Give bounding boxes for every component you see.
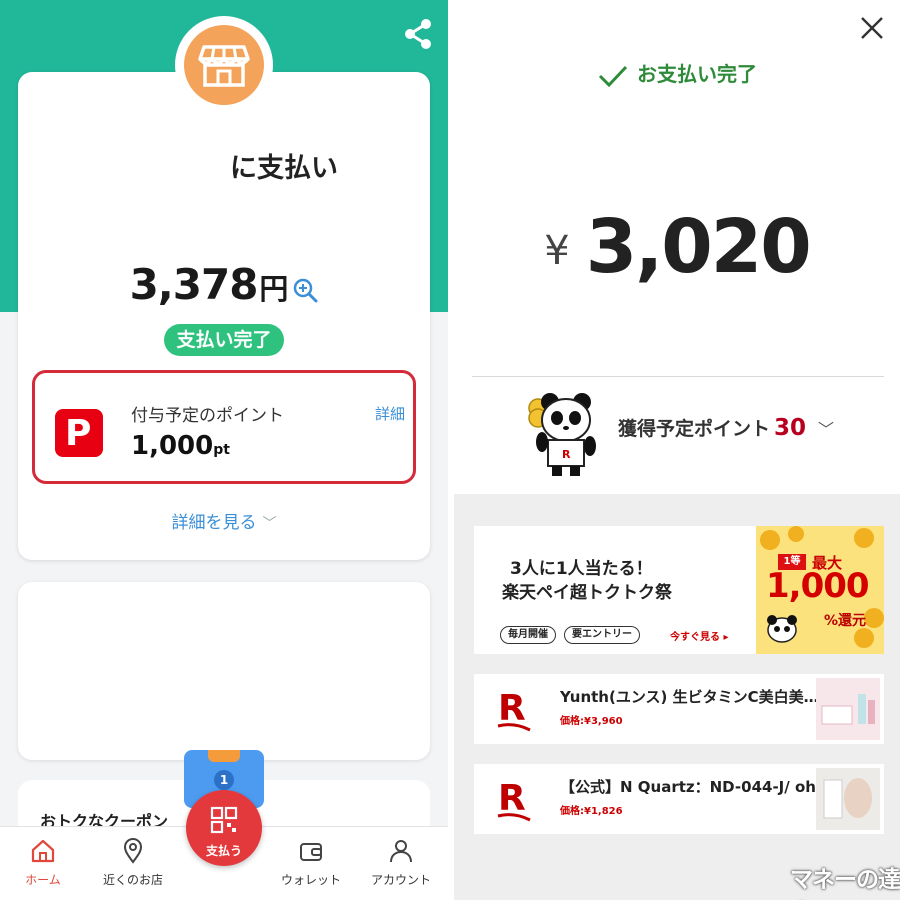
payment-complete-text: お支払い完了	[637, 62, 757, 86]
payment-complete-heading: お支払い完了	[454, 58, 900, 89]
ticket-count: 1	[214, 770, 234, 790]
product-title: Yunth(ユンス) 生ビタミンC美白美…	[560, 688, 819, 706]
view-details-label: 詳細を見る	[171, 513, 257, 533]
zoom-in-icon[interactable]	[292, 277, 318, 303]
pay-button[interactable]: 支払う	[186, 790, 262, 866]
map-pin-icon	[123, 838, 143, 864]
amount-value: 3,378	[129, 260, 259, 309]
earned-points-label: 獲得予定ポイント	[618, 418, 771, 440]
tab-home[interactable]: ホーム	[0, 837, 86, 888]
amount-value: 3,020	[585, 204, 812, 290]
points-value: 1,000pt	[131, 431, 230, 461]
tab-account[interactable]: アカウント	[358, 837, 444, 888]
earned-points-row[interactable]: 獲得予定ポイント 30 ﹀	[618, 414, 834, 441]
paypay-payment-screen: に支払い 3,378 円 支払い完了 P 付与予定のポイント 1,000pt 詳…	[0, 0, 448, 900]
ticket-accent	[208, 750, 240, 762]
banner-promo-image: 1等 最大 1,000 %還元	[756, 526, 884, 654]
campaign-banner[interactable]: 3人に1人当たる！ 楽天ペイ超トクトク祭 毎月開催 要エントリー 今すぐ見る ▸	[474, 526, 884, 654]
tab-nearby[interactable]: 近くのお店	[90, 837, 176, 888]
product-price: 価格:¥1,826	[560, 806, 623, 817]
product-title: 【公式】N Quartz：ND-044-J/ oho…	[560, 778, 842, 796]
chevron-down-icon: ﹀	[818, 420, 835, 439]
qr-code-icon	[210, 806, 238, 834]
tab-nearby-label: 近くのお店	[102, 873, 163, 887]
payment-amount: ¥3,020	[454, 204, 900, 290]
banner-line-2: 楽天ペイ超トクトク祭	[502, 583, 672, 603]
points-detail-link[interactable]: 詳細	[375, 403, 405, 424]
product-card[interactable]: R 【公式】N Quartz：ND-044-J/ oho… 価格:¥1,826	[474, 764, 884, 834]
screenshot-root: に支払い 3,378 円 支払い完了 P 付与予定のポイント 1,000pt 詳…	[0, 0, 900, 900]
amount-unit: 円	[259, 272, 289, 306]
product-card[interactable]: R Yunth(ユンス) 生ビタミンC美白美… 価格:¥3,960	[474, 674, 884, 744]
currency-symbol: ¥	[544, 228, 570, 274]
points-label: 付与予定のポイント	[131, 406, 284, 426]
points-number: 1,000	[131, 431, 214, 461]
pay-button-label: 支払う	[205, 844, 242, 858]
checkmark-icon	[598, 65, 628, 87]
chevron-down-icon: ﹀	[262, 516, 277, 532]
tab-wallet[interactable]: ウォレット	[268, 837, 354, 888]
share-icon[interactable]	[400, 14, 436, 54]
rakuten-logo-icon: R	[497, 778, 531, 822]
account-icon	[390, 840, 412, 863]
store-icon	[184, 25, 264, 105]
banner-line-1: 3人に1人当たる！	[510, 559, 653, 579]
tab-account-label: アカウント	[370, 873, 431, 887]
divider	[472, 376, 884, 377]
product-thumbnail	[816, 678, 880, 740]
rakuten-pay-complete-screen: お支払い完了 ¥3,020 R 獲得予定ポイント 30 ﹀ 3人に1人当たる！ …	[454, 0, 900, 900]
wallet-icon	[300, 843, 322, 861]
svg-text:R: R	[562, 448, 571, 461]
home-icon	[31, 839, 55, 863]
tab-home-label: ホーム	[25, 873, 61, 887]
svg-text:R: R	[498, 778, 526, 819]
panda-mascot-icon: R	[528, 393, 596, 476]
banner-cta-link[interactable]: 今すぐ見る ▸	[670, 628, 729, 643]
merchant-name-line: に支払い	[230, 153, 338, 184]
earned-points-value: 30	[774, 415, 807, 441]
banner-tag-monthly: 毎月開催	[500, 626, 556, 644]
secondary-card	[18, 582, 430, 760]
product-price: 価格:¥3,960	[560, 716, 623, 727]
watermark-logo: マネーの達人	[790, 867, 900, 893]
rakuten-logo-icon: R	[497, 688, 531, 732]
view-details-link[interactable]: 詳細を見る ﹀	[0, 508, 448, 533]
close-icon[interactable]	[858, 14, 886, 42]
paypay-logo-icon: P	[55, 409, 103, 457]
points-unit: pt	[213, 442, 230, 458]
payment-complete-badge: 支払い完了	[164, 324, 284, 356]
tab-wallet-label: ウォレット	[280, 873, 341, 887]
payment-amount: 3,378 円	[0, 260, 448, 309]
svg-text:R: R	[498, 688, 526, 729]
product-thumbnail	[816, 768, 880, 830]
banner-tag-entry: 要エントリー	[564, 626, 640, 644]
points-to-grant-box: P 付与予定のポイント 1,000pt 詳細	[32, 370, 416, 484]
promo-unit: %還元	[824, 613, 867, 629]
promo-amount: 1,000	[766, 566, 870, 606]
